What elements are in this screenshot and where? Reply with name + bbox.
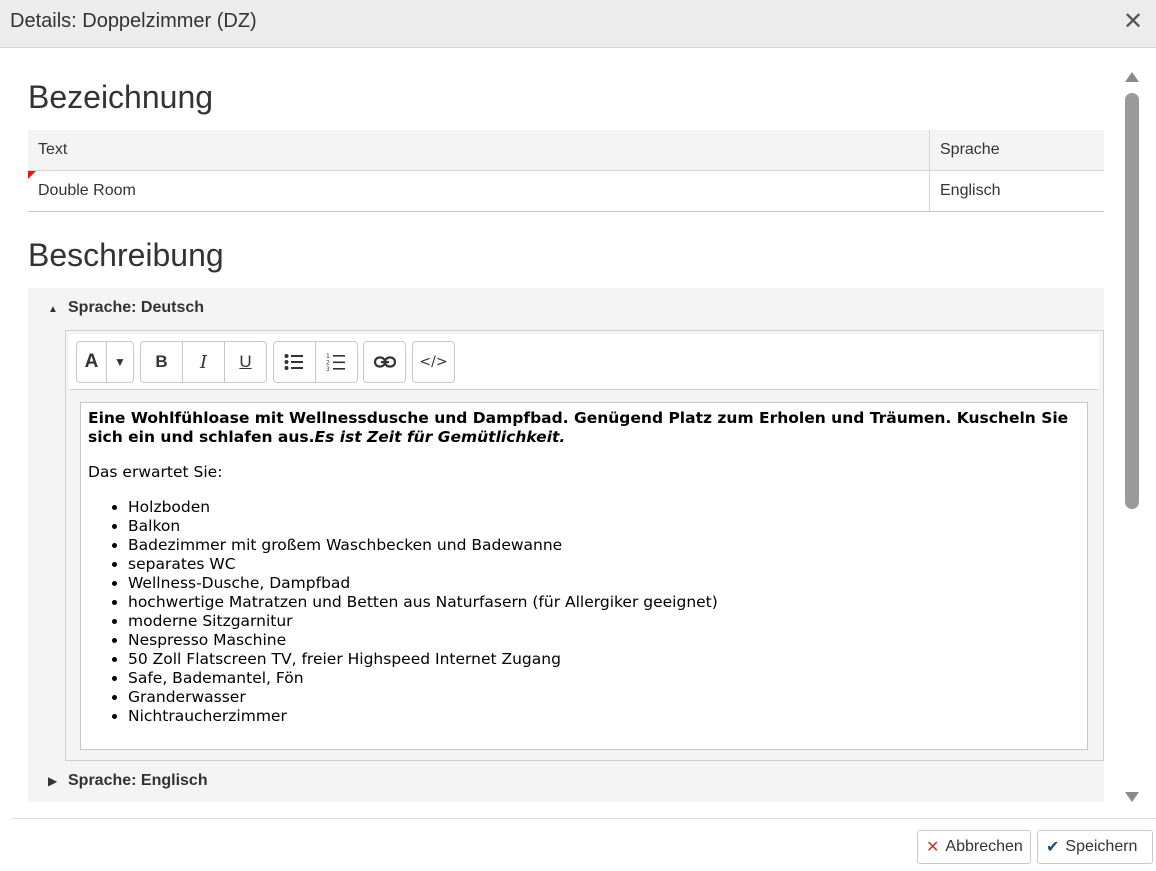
description-panel: ▲ Sprache: Deutsch A ▼ B I U 1 2 3 </> E…	[28, 288, 1104, 802]
intro-paragraph: Eine Wohlfühloase mit Wellnessdusche und…	[88, 409, 1080, 447]
dialog-title: Details: Doppelzimmer (DZ)	[10, 10, 257, 32]
editor-toolbar: A ▼ B I U 1 2 3 </>	[69, 334, 1099, 390]
table-row[interactable]: Double Room Englisch	[28, 171, 1104, 212]
row-language-cell[interactable]: Englisch	[930, 171, 1104, 211]
list-item: Nespresso Maschine	[128, 631, 1080, 650]
list-item: Granderwasser	[128, 688, 1080, 707]
expect-label: Das erwartet Sie:	[88, 463, 223, 481]
intro-bold-italic-text: Es ist Zeit für Gemütlichkeit.	[314, 428, 566, 446]
row-text-cell[interactable]: Double Room	[28, 171, 929, 211]
list-item: Safe, Bademantel, Fön	[128, 669, 1080, 688]
beschreibung-heading: Beschreibung	[28, 237, 224, 273]
scroll-down-icon[interactable]	[1124, 790, 1140, 804]
bezeichnung-heading: Bezeichnung	[28, 79, 214, 115]
font-dropdown-icon[interactable]: ▼	[107, 342, 133, 382]
link-icon	[373, 356, 396, 368]
svg-text:3: 3	[326, 366, 330, 372]
italic-button[interactable]: I	[183, 342, 225, 382]
list-item: Wellness-Dusche, Dampfbad	[128, 574, 1080, 593]
dialog-content: Bezeichnung Text Sprache Double Room Eng…	[0, 49, 1156, 809]
list-item: Balkon	[128, 517, 1080, 536]
column-header-language[interactable]: Sprache	[930, 130, 1104, 170]
list-group: 1 2 3	[273, 341, 358, 383]
section-deutsch-header[interactable]: ▲ Sprache: Deutsch	[48, 299, 204, 317]
collapse-arrow-icon[interactable]: ▲	[48, 304, 68, 315]
close-icon[interactable]: ✕	[1121, 8, 1145, 36]
column-header-text[interactable]: Text	[28, 130, 929, 170]
font-format-button[interactable]: A	[77, 342, 107, 382]
code-group: </>	[412, 341, 455, 383]
save-label: Speichern	[1065, 838, 1138, 855]
scrollbar-thumb[interactable]	[1125, 93, 1139, 509]
cancel-icon: ✕	[926, 839, 940, 856]
dialog-titlebar: Details: Doppelzimmer (DZ) ✕	[0, 0, 1156, 48]
save-button[interactable]: ✔ Speichern	[1037, 830, 1153, 864]
intro-bold-text: Eine Wohlfühloase mit Wellnessdusche und…	[88, 409, 1069, 446]
bold-button[interactable]: B	[141, 342, 183, 382]
bullet-list-button[interactable]	[274, 342, 316, 382]
rich-text-editor: A ▼ B I U 1 2 3 </> Eine Wohlfühloase mi…	[65, 330, 1104, 761]
bezeichnung-grid: Text Sprache Double Room Englisch	[28, 130, 1104, 212]
scroll-up-icon[interactable]	[1124, 70, 1140, 84]
font-group: A ▼	[76, 341, 134, 383]
list-item: Nichtraucherzimmer	[128, 707, 1080, 726]
bullet-list-icon	[284, 354, 304, 370]
text-style-group: B I U	[140, 341, 267, 383]
list-item: Holzboden	[128, 498, 1080, 517]
list-item: moderne Sitzgarnitur	[128, 612, 1080, 631]
numbered-list-button[interactable]: 1 2 3	[316, 342, 358, 382]
list-item: separates WC	[128, 555, 1080, 574]
section-deutsch-label: Sprache: Deutsch	[68, 299, 205, 316]
link-button[interactable]	[364, 342, 405, 382]
section-englisch-label: Sprache: Englisch	[68, 772, 208, 789]
numbered-list-icon: 1 2 3	[326, 353, 346, 372]
section-englisch-header[interactable]: ▶ Sprache: Englisch	[48, 772, 208, 790]
list-item: hochwertige Matratzen und Betten aus Nat…	[128, 593, 1080, 612]
editor-content-area[interactable]: Eine Wohlfühloase mit Wellnessdusche und…	[80, 402, 1088, 750]
expand-arrow-icon[interactable]: ▶	[48, 774, 68, 788]
underline-button[interactable]: U	[225, 342, 266, 382]
cancel-button[interactable]: ✕ Abbrechen	[917, 830, 1031, 864]
list-item: 50 Zoll Flatscreen TV, freier Highspeed …	[128, 650, 1080, 669]
footer-divider	[12, 818, 1156, 819]
link-group	[363, 341, 406, 383]
feature-list: Holzboden Balkon Badezimmer mit großem W…	[88, 498, 1080, 726]
list-item: Badezimmer mit großem Waschbecken und Ba…	[128, 536, 1080, 555]
checkmark-icon: ✔	[1046, 839, 1060, 856]
cancel-label: Abbrechen	[945, 838, 1023, 855]
source-code-button[interactable]: </>	[413, 342, 454, 382]
